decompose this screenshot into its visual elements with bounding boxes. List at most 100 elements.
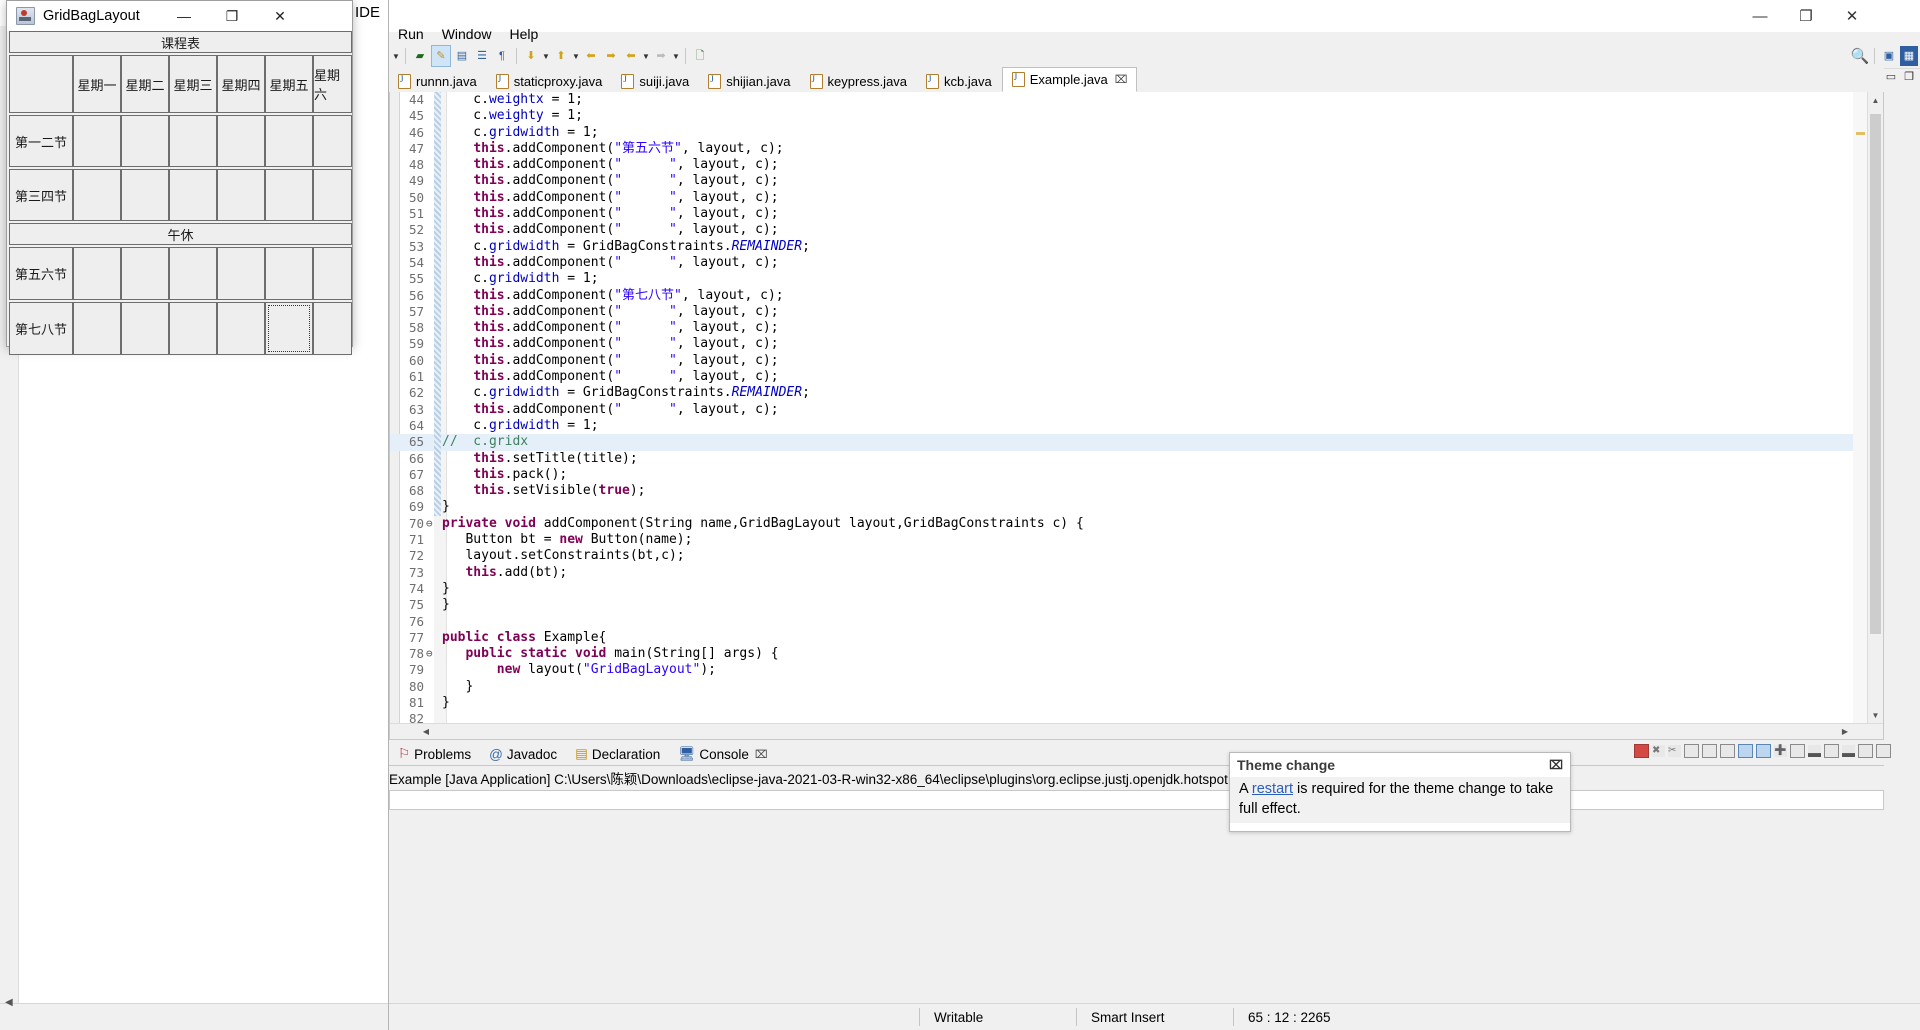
- cell-top-2-3[interactable]: [169, 169, 217, 221]
- cell-bottom-2-3[interactable]: [169, 302, 217, 355]
- swing-maximize-button[interactable]: ❐: [208, 1, 256, 31]
- word-wrap-icon[interactable]: [1720, 744, 1735, 758]
- remove-all-icon[interactable]: ✂: [1668, 745, 1681, 757]
- editor-tab-suiji[interactable]: suiji.java: [612, 70, 699, 92]
- fold-toggle-icon[interactable]: ⊖: [426, 516, 433, 532]
- highlight-pen-icon[interactable]: ✎: [431, 45, 451, 67]
- cell-bottom-1-1[interactable]: [73, 247, 121, 300]
- period-label-top-2[interactable]: 第三四节: [9, 169, 73, 221]
- console-output-area[interactable]: [389, 790, 1884, 810]
- lunch-break-cell[interactable]: 午休: [9, 223, 352, 245]
- swing-minimize-button[interactable]: —: [160, 1, 208, 31]
- gridbaglayout-app-window[interactable]: GridBagLayout — ❐ ✕ 课程表 星期一 星期二 星期三 星期四 星期五 星期…: [6, 0, 353, 355]
- view-menu-icon[interactable]: ▬: [1808, 745, 1821, 760]
- menu-help[interactable]: Help: [500, 23, 547, 45]
- close-icon[interactable]: ⌧: [1549, 758, 1563, 772]
- day-header-1[interactable]: 星期一: [73, 55, 121, 113]
- cell-bottom-2-6[interactable]: [313, 302, 352, 355]
- menu-run[interactable]: Run: [389, 23, 433, 45]
- cell-bottom-1-5[interactable]: [265, 247, 313, 300]
- forward-new-icon[interactable]: ➡: [602, 46, 620, 66]
- search-icon[interactable]: 🔍: [1851, 46, 1870, 66]
- scroll-left-arrow-icon[interactable]: ◀: [5, 997, 13, 1008]
- window-minimize-button[interactable]: —: [1737, 0, 1783, 32]
- code-editor[interactable]: 44 c.weightx = 1; 45 c.weighty = 1; 46 c.g…: [389, 92, 1884, 740]
- scroll-up-arrow-icon[interactable]: ▲: [1868, 92, 1883, 108]
- cell-top-1-2[interactable]: [121, 115, 169, 167]
- pilcrow-icon[interactable]: ¶: [493, 46, 511, 66]
- window-maximize-button[interactable]: ❐: [1783, 0, 1829, 32]
- back-icon[interactable]: ⬅: [622, 46, 640, 66]
- debug-icon[interactable]: ▰: [411, 46, 429, 66]
- cell-top-1-6[interactable]: [313, 115, 352, 167]
- scroll-lock-icon[interactable]: [1702, 744, 1717, 758]
- cell-top-2-5[interactable]: [265, 169, 313, 221]
- day-header-4[interactable]: 星期四: [217, 55, 265, 113]
- editor-tab-runnn[interactable]: runnn.java: [389, 70, 487, 92]
- day-header-2[interactable]: 星期二: [121, 55, 169, 113]
- next-annotation-caret-icon[interactable]: ▼: [541, 46, 551, 66]
- new-file-icon[interactable]: ▤: [453, 46, 471, 66]
- day-header-5[interactable]: 星期五: [265, 55, 313, 113]
- open-console-icon[interactable]: ➕: [1774, 745, 1787, 757]
- toolbar-caret-icon[interactable]: ▼: [391, 46, 401, 66]
- cell-bottom-1-6[interactable]: [313, 247, 352, 300]
- cell-bottom-2-5[interactable]: [265, 302, 313, 355]
- maximize-editor-icon[interactable]: ❐: [1904, 70, 1914, 83]
- period-label-top-1[interactable]: 第一二节: [9, 115, 73, 167]
- minimize-view-icon[interactable]: ▬: [1842, 745, 1855, 760]
- cell-top-1-3[interactable]: [169, 115, 217, 167]
- perspective-open-icon[interactable]: ▦: [1900, 46, 1918, 66]
- overview-ruler[interactable]: [1853, 92, 1867, 739]
- scroll-left-arrow-icon[interactable]: ◀: [418, 724, 434, 739]
- cell-top-1-5[interactable]: [265, 115, 313, 167]
- bottom-tab-declaration[interactable]: ▤ Declaration: [566, 742, 669, 766]
- window-close-button[interactable]: ✕: [1829, 0, 1875, 32]
- minimize-editor-icon[interactable]: ▭: [1886, 70, 1896, 83]
- day-header-3[interactable]: 星期三: [169, 55, 217, 113]
- cell-top-1-4[interactable]: [217, 115, 265, 167]
- code-text-area[interactable]: 44 c.weightx = 1; 45 c.weighty = 1; 46 c.g…: [390, 92, 1883, 739]
- remove-launch-icon[interactable]: ✖: [1652, 745, 1665, 757]
- cell-top-1-1[interactable]: [73, 115, 121, 167]
- cell-top-2-6[interactable]: [313, 169, 352, 221]
- cell-bottom-1-3[interactable]: [169, 247, 217, 300]
- forward-icon[interactable]: ➡: [652, 46, 670, 66]
- previous-annotation-caret-icon[interactable]: ▼: [571, 46, 581, 66]
- terminate-icon[interactable]: [1634, 744, 1649, 758]
- scroll-down-arrow-icon[interactable]: ▼: [1868, 707, 1883, 723]
- forward-caret-icon[interactable]: ▼: [671, 46, 681, 66]
- close-console-icon[interactable]: [1756, 744, 1771, 758]
- fold-toggle-icon[interactable]: ⊖: [426, 646, 433, 662]
- back-caret-icon[interactable]: ▼: [641, 46, 651, 66]
- maximize-view-icon[interactable]: [1876, 744, 1891, 758]
- editor-tab-kcb[interactable]: kcb.java: [917, 70, 1002, 92]
- cell-bottom-1-4[interactable]: [217, 247, 265, 300]
- cell-top-2-4[interactable]: [217, 169, 265, 221]
- day-header-6[interactable]: 星期六: [313, 55, 352, 113]
- bottom-tab-javadoc[interactable]: @ Javadoc: [480, 742, 566, 766]
- previous-annotation-icon[interactable]: ⬆: [552, 46, 570, 66]
- editor-vertical-scrollbar[interactable]: ▲ ▼: [1867, 92, 1883, 739]
- schedule-title-cell[interactable]: 课程表: [9, 31, 352, 53]
- cell-bottom-2-1[interactable]: [73, 302, 121, 355]
- vertical-scroll-thumb[interactable]: [1870, 114, 1881, 634]
- perspective-java-icon[interactable]: ▣: [1880, 46, 1898, 66]
- cell-bottom-1-2[interactable]: [121, 247, 169, 300]
- next-annotation-icon[interactable]: ⬇: [522, 46, 540, 66]
- restore-view-icon[interactable]: [1858, 744, 1873, 758]
- console-tab-close-icon[interactable]: ⌧: [755, 748, 768, 761]
- scroll-right-arrow-icon[interactable]: ▶: [1837, 724, 1853, 739]
- list-icon[interactable]: ☰: [473, 46, 491, 66]
- restart-link[interactable]: restart: [1252, 781, 1293, 797]
- editor-horizontal-scrollbar[interactable]: ◀ ▶: [390, 723, 1883, 739]
- clear-console-icon[interactable]: [1684, 744, 1699, 758]
- editor-tab-staticproxy[interactable]: staticproxy.java: [487, 70, 613, 92]
- period-label-bottom-1[interactable]: 第五六节: [9, 247, 73, 300]
- cell-bottom-2-4[interactable]: [217, 302, 265, 355]
- period-label-bottom-2[interactable]: 第七八节: [9, 302, 73, 355]
- editor-tab-example[interactable]: Example.java ⌧: [1001, 67, 1138, 92]
- new-console-view-icon[interactable]: [1824, 744, 1839, 758]
- display-selected-console-icon[interactable]: [1790, 744, 1805, 758]
- cell-bottom-2-2[interactable]: [121, 302, 169, 355]
